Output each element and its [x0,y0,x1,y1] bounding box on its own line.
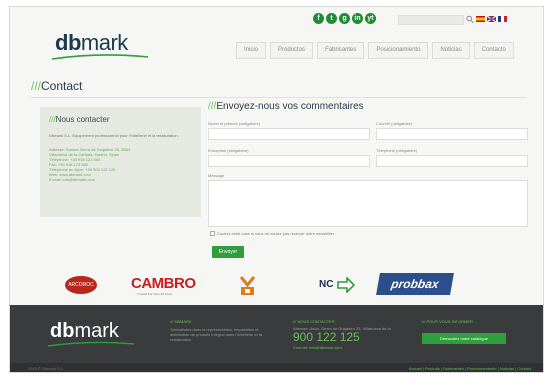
footer-swoosh-icon [47,341,135,347]
nav-item-posicionamiento[interactable]: Posicionamiento [368,42,429,59]
title-divider [31,97,527,98]
nav-item-inicio[interactable]: Inicio [236,42,267,59]
message-label: Message [208,173,225,178]
facebook-icon[interactable]: f [313,13,324,24]
linkedin-icon[interactable]: in [352,13,363,24]
company-label: Entreprise (obligatoire) [208,148,249,153]
sidebar-title: ///Nous contacter [49,115,110,124]
search-input[interactable] [398,15,464,25]
footer-phone: 900 122 125 [293,330,360,344]
footer-col1-text: Spécialistes dans la représentation, imp… [170,327,262,342]
footer-email[interactable]: Courriel: info@dbmark.com [293,345,342,350]
google-plus-icon[interactable]: g [339,13,350,24]
email-link[interactable]: E-mail: info@dbmark.com [49,177,192,182]
newsletter-checkbox[interactable] [210,231,215,236]
main-nav: Inicio Productos Fabricantes Posicionami… [236,42,514,59]
uk-flag-icon[interactable] [487,16,496,22]
search-icon[interactable] [466,15,474,24]
contact-info-panel: ///Nous contacter Dbmark S.L. Equipement… [40,107,201,217]
footer-links[interactable]: Accueil | Produits | Fabricantes | Posic… [409,366,531,371]
company-description: Dbmark S.L. Equipement professionnel pou… [49,133,179,138]
ncc-arrow-icon [337,277,355,293]
social-links: f t g in yt [313,13,376,24]
twitter-icon[interactable]: t [326,13,337,24]
newsletter-checkbox-label: Cochez cette case si vous ne voulez pas … [217,231,335,236]
footer-col1-title: /// DBMARK [170,319,192,324]
brand-logo-probbax[interactable]: probbax [376,273,454,295]
brand-logo-orange-icon[interactable] [238,275,257,297]
copyright: 2013 © Dbmark S.L. [28,366,65,371]
form-title: ///Envoyez-nous vos commentaires [208,101,364,112]
contact-address: Adresse: Santos Sierra de Grajalero 25, … [49,147,192,182]
email-input[interactable] [376,128,528,140]
email-label: Courriel (obligatoire) [376,121,413,126]
nav-item-productos[interactable]: Productos [270,42,314,59]
brand-logo-ncc[interactable]: NC [319,279,333,290]
logo-swoosh-icon [51,54,149,60]
brand-logo-cambro[interactable]: CAMBRO [131,275,196,292]
brand-logo-oval[interactable]: ARCOROC [65,276,97,294]
france-flag-icon[interactable] [498,16,507,22]
footer-logo[interactable]: dbmark [50,320,119,343]
language-flags [476,16,507,22]
youtube-icon[interactable]: yt [365,13,376,24]
phone-input[interactable] [376,155,528,167]
catalogue-button[interactable]: Demandez notre catalogue [422,333,506,344]
message-textarea[interactable] [208,180,528,227]
site-footer: dbmark /// DBMARK Spécialistes dans la r… [10,305,543,372]
company-input[interactable] [208,155,370,167]
spain-flag-icon[interactable] [476,16,485,22]
nav-item-fabricantes[interactable]: Fabricantes [317,42,365,59]
brand-logos: ARCOROC CAMBRO Trusted For Over 40 Years… [10,269,543,305]
footer-bottom-bar: 2013 © Dbmark S.L. Accueil | Produits | … [10,363,543,372]
site-header: dbmark f t g in yt Inicio Productos Fabr… [10,7,543,71]
page-title: ///Contact [31,79,83,93]
submit-button[interactable]: Envoyer [212,246,244,258]
name-label: Nome et prénom (obligatoire) [208,121,261,126]
footer-col3-title: /// POUR VOUS INFORMER [422,319,473,324]
page-frame: dbmark f t g in yt Inicio Productos Fabr… [9,6,544,373]
name-input[interactable] [208,128,370,140]
footer-col2-title: /// NOUS CONTACTER [293,319,335,324]
nav-item-noticias[interactable]: Noticias [432,42,470,59]
cambro-tagline: Trusted For Over 40 Years [137,292,173,296]
nav-item-contacto[interactable]: Contacto [473,42,514,59]
phone-label: Téléphone (obligatoire) [376,148,418,153]
